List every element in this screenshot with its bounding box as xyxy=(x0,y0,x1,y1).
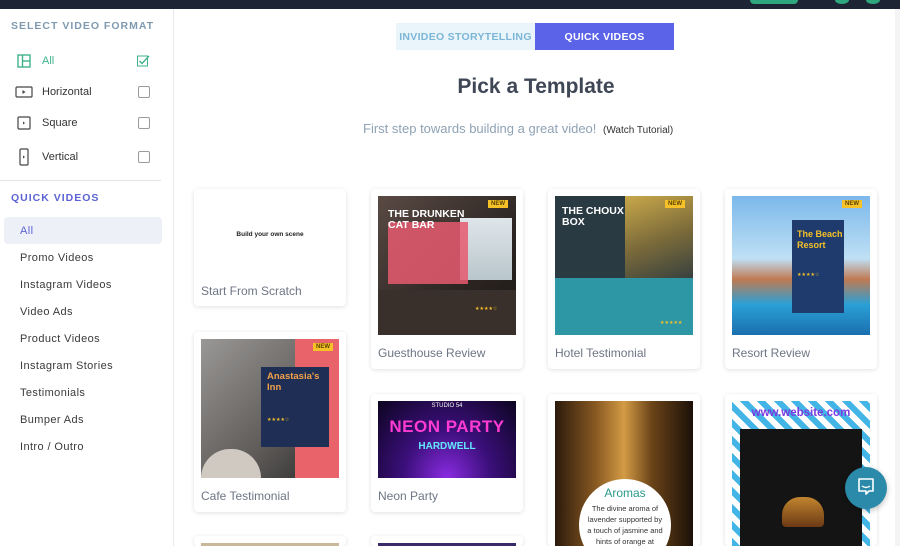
sidebar-item-promo-videos[interactable]: Promo Videos xyxy=(4,244,162,271)
burger-shape xyxy=(782,497,824,527)
square-video-icon xyxy=(14,116,34,130)
scrollbar[interactable] xyxy=(895,9,900,546)
format-label: All xyxy=(42,55,55,67)
chat-icon xyxy=(856,476,876,501)
hotel-heading: THE CHOUX BOX xyxy=(562,205,624,228)
top-bar-icon[interactable] xyxy=(835,0,849,4)
template-card-cafe-testimonial[interactable]: Anastasia's Inn ★★★★☆ NEW Cafe Testimoni… xyxy=(194,332,346,512)
rating-stars: ★★★★☆ xyxy=(797,272,820,278)
guesthouse-heading: THE DRUNKEN CAT BAR xyxy=(388,208,465,231)
sidebar-item-all[interactable]: All xyxy=(4,217,162,244)
new-badge: NEW xyxy=(842,200,862,208)
cafe-heading: Anastasia's Inn xyxy=(267,371,320,393)
cafe-thumbnail: Anastasia's Inn ★★★★☆ NEW xyxy=(201,339,339,478)
format-square[interactable]: Square xyxy=(14,112,164,134)
pink-overlay xyxy=(388,222,468,284)
bed-shape xyxy=(378,290,516,335)
sidebar-item-testimonials[interactable]: Testimonials xyxy=(4,379,162,406)
resort-thumbnail: The Beach Resort ★★★★☆ NEW xyxy=(732,196,870,335)
subtitle-text: First step towards building a great vide… xyxy=(363,121,597,136)
template-card-guesthouse-review[interactable]: THE DRUNKEN CAT BAR ★★★★☆ NEW Guesthouse… xyxy=(371,189,523,369)
neon-thumbnail: STUDIO 54 NEON PARTY HARDWELL xyxy=(378,401,516,478)
guesthouse-thumbnail: THE DRUNKEN CAT BAR ★★★★☆ NEW xyxy=(378,196,516,335)
sidebar-item-intro-outro[interactable]: Intro / Outro xyxy=(4,433,162,460)
card-caption: Hotel Testimonial xyxy=(555,346,647,360)
tab-bar: INVIDEO STORYTELLING QUICK VIDEOS xyxy=(396,23,674,50)
rating-stars: ★★★★☆ xyxy=(267,417,290,423)
dark-panel xyxy=(740,429,862,546)
new-badge: NEW xyxy=(665,200,685,208)
sidebar-item-bumper-ads[interactable]: Bumper Ads xyxy=(4,406,162,433)
chat-button[interactable] xyxy=(845,467,887,509)
aromas-thumbnail: Aromas The divine aroma of lavender supp… xyxy=(555,401,693,546)
hotel-thumbnail: THE CHOUX BOX ★★★★★ NEW xyxy=(555,196,693,335)
card-caption: Resort Review xyxy=(732,346,811,360)
template-card-hotel-testimonial[interactable]: THE CHOUX BOX ★★★★★ NEW Hotel Testimonia… xyxy=(548,189,700,369)
sidebar-item-instagram-stories[interactable]: Instagram Stories xyxy=(4,352,162,379)
aromas-body: The divine aroma of lavender supported b… xyxy=(587,504,663,546)
card-caption: Start From Scratch xyxy=(201,284,302,298)
watch-tutorial-link[interactable]: (Watch Tutorial) xyxy=(603,125,673,136)
sidebar-item-instagram-videos[interactable]: Instagram Videos xyxy=(4,271,162,298)
format-vertical[interactable]: Vertical xyxy=(14,146,164,168)
teal-band xyxy=(555,278,693,335)
format-section-title: SELECT VIDEO FORMAT xyxy=(11,20,155,32)
top-bar xyxy=(0,0,900,9)
card-caption: Cafe Testimonial xyxy=(201,489,290,503)
format-label: Square xyxy=(42,117,78,129)
layout-icon xyxy=(14,54,34,68)
format-label: Vertical xyxy=(42,151,79,163)
neon-subtitle: HARDWELL xyxy=(418,441,476,452)
template-card-neon-party[interactable]: STUDIO 54 NEON PARTY HARDWELL Neon Party xyxy=(371,394,523,512)
rating-stars: ★★★★★ xyxy=(660,320,683,326)
sidebar-item-video-ads[interactable]: Video Ads xyxy=(4,298,162,325)
tab-invideo-storytelling[interactable]: INVIDEO STORYTELLING xyxy=(396,23,535,50)
vertical-video-icon xyxy=(14,148,34,166)
format-checkbox[interactable] xyxy=(138,117,150,129)
page-subtitle: First step towards building a great vide… xyxy=(363,121,673,136)
format-checkbox[interactable] xyxy=(138,151,150,163)
template-card-partial[interactable] xyxy=(194,536,346,546)
studio-label: STUDIO 54 xyxy=(431,403,463,409)
neon-title: NEON PARTY xyxy=(389,417,505,436)
template-card-aromas[interactable]: Aromas The divine aroma of lavender supp… xyxy=(548,394,700,546)
card-caption: Neon Party xyxy=(378,489,439,503)
resort-heading: The Beach Resort xyxy=(797,229,843,250)
rating-stars: ★★★★☆ xyxy=(475,306,498,312)
new-badge: NEW xyxy=(313,343,333,351)
sidebar-divider xyxy=(0,180,161,181)
page-title: Pick a Template xyxy=(457,75,615,98)
aromas-heading: Aromas xyxy=(604,486,646,500)
template-card-partial[interactable] xyxy=(371,536,523,546)
template-card-start-from-scratch[interactable]: Build your own scene Start From Scratch xyxy=(194,189,346,306)
plate-shape xyxy=(201,449,261,478)
tab-quick-videos[interactable]: QUICK VIDEOS xyxy=(535,23,674,50)
top-bar-icon[interactable] xyxy=(866,0,880,4)
top-bar-button[interactable] xyxy=(750,0,798,4)
quick-section-title: QUICK VIDEOS xyxy=(11,192,100,204)
format-all[interactable]: All xyxy=(14,50,164,72)
template-card-resort-review[interactable]: The Beach Resort ★★★★☆ NEW Resort Review xyxy=(725,189,877,369)
scratch-inner-text: Build your own scene xyxy=(236,231,304,238)
new-badge: NEW xyxy=(488,200,508,208)
card-caption: Guesthouse Review xyxy=(378,346,486,360)
sidebar-item-product-videos[interactable]: Product Videos xyxy=(4,325,162,352)
format-checkbox-checked[interactable] xyxy=(137,55,150,67)
website-url: www.website.com xyxy=(751,407,851,419)
